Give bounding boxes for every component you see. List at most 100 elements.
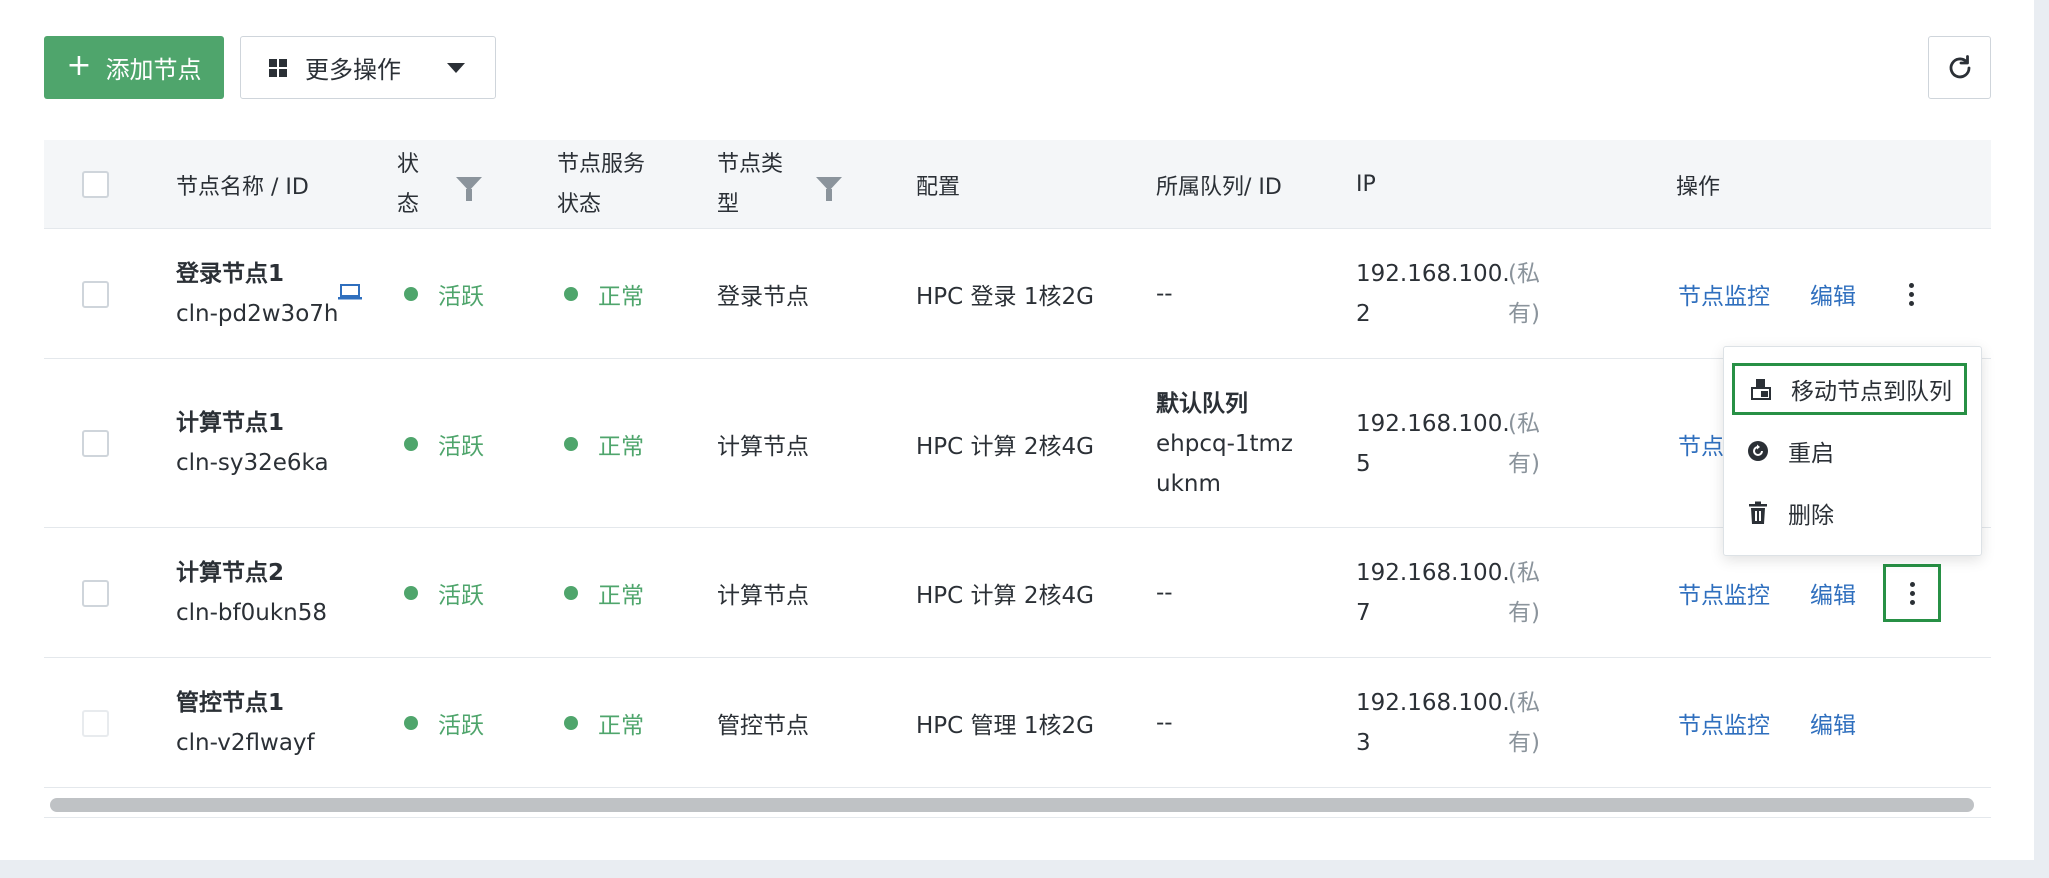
node-config: HPC 计算 2核4G [916, 433, 1094, 460]
ip-address: 192.168.100. [1356, 410, 1510, 437]
kebab-icon [1909, 581, 1915, 587]
ip-address: 192.168.100. [1356, 690, 1510, 716]
node-monitor-link[interactable]: 节点 [1678, 427, 1724, 461]
edit-link[interactable]: 编辑 [1810, 277, 1856, 311]
more-actions-label: 更多操作 [305, 56, 401, 84]
more-actions-dropdown[interactable]: 更多操作 [240, 36, 496, 99]
node-name: 计算节点1 [176, 410, 285, 436]
status-dot [404, 586, 418, 600]
node-config: HPC 计算 2核4G [916, 583, 1094, 609]
row-checkbox[interactable] [82, 281, 109, 308]
status-text: 活跃 [438, 284, 484, 310]
status-dot [404, 287, 418, 301]
status-dot [404, 716, 418, 730]
service-text: 正常 [598, 433, 644, 460]
menu-item-delete[interactable]: 删除 [1732, 487, 1967, 539]
node-type: 计算节点 [717, 583, 809, 609]
horizontal-scrollbar[interactable] [44, 790, 1991, 818]
filter-icon [456, 177, 482, 201]
move-icon [1749, 377, 1773, 401]
scrollbar-thumb[interactable] [50, 798, 1974, 812]
service-dot [564, 287, 578, 301]
col-header-name: 节点名称 / ID [176, 174, 309, 200]
service-dot [564, 716, 578, 730]
menu-label: 删除 [1788, 503, 1834, 529]
content-panel: + 添加节点 更多操作 节点名称 / ID 状 态 节点服务 状态 节点类 型 … [0, 0, 2034, 860]
col-header-status: 状 态 [397, 151, 420, 217]
table-row: 登录节点1 cln-pd2w3o7h 活跃 正常 登录节点 HPC 登录 1核2… [44, 229, 1991, 359]
menu-label: 移动节点到队列 [1791, 379, 1952, 405]
type-filter-button[interactable] [816, 177, 842, 201]
status-text: 活跃 [438, 433, 484, 460]
restart-icon [1746, 439, 1770, 463]
node-type: 计算节点 [717, 433, 809, 460]
nodes-table: 节点名称 / ID 状 态 节点服务 状态 节点类 型 配置 所属队列/ ID … [44, 140, 1991, 788]
login-icon[interactable] [337, 282, 363, 302]
col-header-ip: IP [1356, 172, 1376, 197]
menu-item-restart[interactable]: 重启 [1732, 425, 1967, 477]
col-header-ops: 操作 [1676, 174, 1721, 200]
status-text: 活跃 [438, 713, 484, 739]
queue-id: ehpcq-1tmz [1156, 430, 1294, 457]
service-text: 正常 [598, 583, 644, 609]
node-type: 登录节点 [717, 284, 809, 310]
service-dot [564, 436, 578, 451]
table-header: 节点名称 / ID 状 态 节点服务 状态 节点类 型 配置 所属队列/ ID … [44, 140, 1991, 229]
filter-icon [816, 177, 842, 201]
node-id: cln-sy32e6ka [176, 450, 329, 476]
kebab-icon [1908, 282, 1914, 288]
node-monitor-link[interactable]: 节点监控 [1678, 706, 1770, 740]
ip-address: 192.168.100. [1356, 560, 1510, 586]
col-header-service-status: 节点服务 状态 [557, 151, 646, 217]
col-header-queue: 所属队列/ ID [1156, 174, 1282, 200]
refresh-button[interactable] [1928, 36, 1991, 99]
queue-id: -- [1156, 281, 1173, 307]
table-row: 计算节点1 cln-sy32e6ka 活跃 正常 计算节点 HPC 计算 2核4… [44, 359, 1991, 528]
node-name: 管控节点1 [176, 690, 285, 716]
ip-tag: (私 [1508, 261, 1540, 287]
table-row: 管控节点1 cln-v2flwayf 活跃 正常 管控节点 HPC 管理 1核2… [44, 658, 1991, 788]
row-checkbox-disabled [82, 710, 109, 737]
status-filter-button[interactable] [456, 177, 482, 201]
queue-name: 默认队列 [1156, 390, 1248, 417]
add-node-label: 添加节点 [105, 56, 202, 84]
ip-tag: (私 [1508, 560, 1540, 586]
service-dot [564, 586, 578, 600]
ip-tag: (私 [1508, 690, 1540, 716]
node-type: 管控节点 [717, 713, 809, 739]
node-config: HPC 管理 1核2G [916, 713, 1094, 739]
ip-address: 192.168.100. [1356, 261, 1510, 287]
service-text: 正常 [598, 284, 644, 310]
more-menu-button[interactable] [1882, 265, 1940, 323]
col-header-config: 配置 [916, 174, 961, 200]
edit-link[interactable]: 编辑 [1810, 576, 1856, 610]
plus-icon: + [66, 48, 92, 83]
grid-icon [269, 58, 287, 77]
node-id: cln-v2flwayf [176, 730, 315, 756]
edit-link[interactable]: 编辑 [1810, 706, 1856, 740]
row-checkbox[interactable] [82, 430, 109, 457]
queue-id: -- [1156, 580, 1173, 606]
service-text: 正常 [598, 713, 644, 739]
node-id: cln-bf0ukn58 [176, 600, 327, 626]
node-id: cln-pd2w3o7h [176, 301, 339, 327]
add-node-button[interactable]: + 添加节点 [44, 36, 224, 99]
ip-tag: (私 [1508, 410, 1540, 437]
queue-id: -- [1156, 710, 1173, 736]
trash-icon [1746, 501, 1770, 525]
node-monitor-link[interactable]: 节点监控 [1678, 576, 1770, 610]
menu-item-move-to-queue[interactable]: 移动节点到队列 [1732, 363, 1967, 415]
status-dot [404, 436, 418, 451]
select-all-checkbox[interactable] [82, 171, 109, 198]
menu-label: 重启 [1788, 441, 1834, 467]
node-monitor-link[interactable]: 节点监控 [1678, 277, 1770, 311]
table-row: 计算节点2 cln-bf0ukn58 活跃 正常 计算节点 HPC 计算 2核4… [44, 528, 1991, 658]
status-text: 活跃 [438, 583, 484, 609]
node-config: HPC 登录 1核2G [916, 284, 1094, 310]
row-checkbox[interactable] [82, 580, 109, 607]
caret-down-icon [447, 62, 465, 73]
node-name: 登录节点1 [176, 261, 285, 287]
node-name: 计算节点2 [176, 560, 285, 586]
more-menu-button-active[interactable] [1883, 564, 1941, 622]
row-actions-menu: 移动节点到队列 重启 删除 [1723, 346, 1982, 556]
